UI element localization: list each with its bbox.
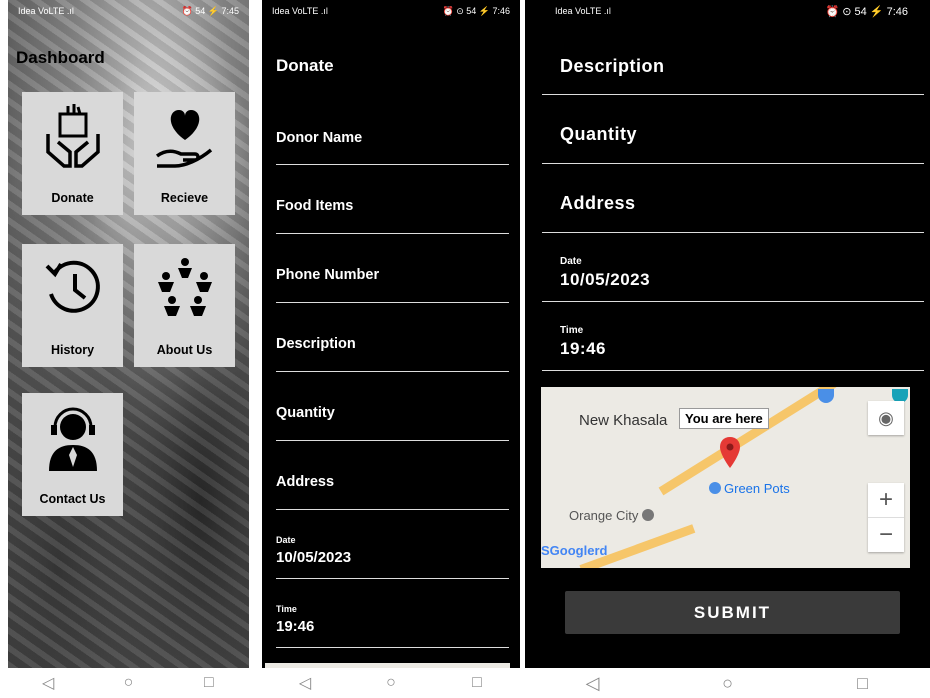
- status-left: Idea VoLTE .ıl: [18, 6, 74, 16]
- status-bar: Idea VoLTE .ıl ⏰ 54 ⚡ 7:45: [8, 0, 249, 22]
- recieve-label: Recieve: [160, 191, 209, 205]
- about-us-tile[interactable]: About Us: [134, 244, 235, 367]
- zoom-controls: + −: [868, 483, 904, 552]
- home-button[interactable]: ○: [379, 671, 403, 695]
- status-left: Idea VoLTE .ıl: [555, 6, 611, 16]
- my-location-icon: ◉: [878, 407, 894, 428]
- about-us-label: About Us: [156, 343, 213, 357]
- address-field[interactable]: Address: [276, 440, 509, 510]
- time-value: 19:46: [276, 618, 315, 635]
- recent-apps-button[interactable]: □: [465, 671, 489, 695]
- description-label: Description: [276, 336, 356, 352]
- history-label: History: [50, 343, 95, 357]
- location-marker-icon[interactable]: [719, 437, 741, 469]
- status-left: Idea VoLTE .ıl: [272, 6, 328, 16]
- system-nav-bar: ◁ ○ □: [525, 668, 930, 698]
- submit-button[interactable]: SUBMIT: [565, 591, 900, 634]
- donor-name-label: Donor Name: [276, 130, 363, 146]
- people-circle-icon: [157, 258, 212, 316]
- history-tile[interactable]: History: [22, 244, 123, 367]
- time-field[interactable]: Time 19:46: [276, 578, 509, 648]
- map-label-orange-city: Orange City: [569, 508, 655, 523]
- back-button[interactable]: ◁: [293, 671, 317, 695]
- phone-number-field[interactable]: Phone Number: [276, 233, 509, 303]
- address-label: Address: [560, 193, 636, 213]
- heart-hand-icon: [155, 110, 212, 168]
- donate-hands-icon: [45, 104, 100, 168]
- green-pots-text: Green Pots: [724, 481, 790, 496]
- status-bar: Idea VoLTE .ıl ⏰ ⊙ 54 ⚡ 7:46: [262, 0, 520, 22]
- system-nav-bar: ◁ ○ □: [8, 668, 249, 698]
- status-bar: Idea VoLTE .ıl ⏰ ⊙ 54 ⚡ 7:46: [525, 0, 930, 22]
- zoom-in-button[interactable]: +: [868, 483, 904, 518]
- back-button[interactable]: ◁: [36, 671, 60, 695]
- donor-name-field[interactable]: Donor Name: [276, 110, 509, 165]
- page-title: Donate: [276, 56, 334, 75]
- quantity-label: Quantity: [560, 124, 638, 144]
- history-clock-icon: [45, 260, 100, 313]
- time-label: Time: [560, 325, 584, 336]
- time-label: Time: [276, 604, 297, 614]
- recieve-tile[interactable]: Recieve: [134, 92, 235, 215]
- map-label-new-khasala: New Khasala: [579, 412, 668, 429]
- date-field[interactable]: Date 10/05/2023: [542, 232, 924, 302]
- food-items-field[interactable]: Food Items: [276, 164, 509, 234]
- time-value: 19:46: [560, 339, 606, 358]
- quantity-field[interactable]: Quantity: [276, 371, 509, 441]
- donate-form-screen: Idea VoLTE .ıl ⏰ ⊙ 54 ⚡ 7:46 Donate Dono…: [262, 0, 520, 698]
- donate-form-scrolled-screen: Idea VoLTE .ıl ⏰ ⊙ 54 ⚡ 7:46 Description…: [525, 0, 930, 698]
- donate-tile[interactable]: Donate: [22, 92, 123, 215]
- donate-label: Donate: [51, 191, 94, 205]
- support-agent-icon: [48, 407, 97, 471]
- quantity-field[interactable]: Quantity: [542, 94, 924, 164]
- my-location-button[interactable]: ◉: [868, 401, 904, 435]
- recent-apps-button[interactable]: □: [851, 671, 875, 695]
- status-right: ⏰ ⊙ 54 ⚡ 7:46: [825, 5, 908, 18]
- description-field[interactable]: Description: [542, 40, 924, 95]
- zoom-out-button[interactable]: −: [868, 518, 904, 552]
- location-map[interactable]: New Khasala You are here Green Pots Oran…: [541, 387, 910, 568]
- recent-apps-button[interactable]: □: [197, 671, 221, 695]
- date-value: 10/05/2023: [276, 549, 352, 566]
- map-road: [658, 387, 901, 496]
- contact-us-label: Contact Us: [39, 492, 106, 506]
- home-button[interactable]: ○: [716, 671, 740, 695]
- food-items-label: Food Items: [276, 198, 354, 214]
- quantity-label: Quantity: [276, 405, 335, 421]
- date-value: 10/05/2023: [560, 270, 651, 289]
- page-title: Dashboard: [16, 48, 105, 67]
- place-pin-icon: [709, 482, 721, 494]
- place-pin-icon: [642, 509, 655, 521]
- time-field[interactable]: Time 19:46: [542, 301, 924, 371]
- address-label: Address: [276, 474, 335, 490]
- google-logo: SGooglerd: [541, 543, 608, 558]
- back-button[interactable]: ◁: [581, 671, 605, 695]
- date-label: Date: [276, 535, 296, 545]
- status-right: ⏰ ⊙ 54 ⚡ 7:46: [442, 5, 510, 16]
- phone-number-label: Phone Number: [276, 267, 380, 283]
- description-label: Description: [560, 56, 665, 76]
- dashboard-screen: Idea VoLTE .ıl ⏰ 54 ⚡ 7:45 Dashboard Don…: [8, 0, 249, 698]
- address-field[interactable]: Address: [542, 163, 924, 233]
- orange-city-text: Orange City: [569, 508, 639, 523]
- home-button[interactable]: ○: [116, 671, 140, 695]
- contact-us-tile[interactable]: Contact Us: [22, 393, 123, 516]
- map-label-green-pots: Green Pots: [709, 481, 790, 496]
- map-poi-icon: [818, 389, 834, 403]
- system-nav-bar: ◁ ○ □: [262, 668, 520, 698]
- date-label: Date: [560, 256, 582, 267]
- description-field[interactable]: Description: [276, 302, 509, 372]
- marker-info-window: You are here: [679, 408, 769, 429]
- status-right: ⏰ 54 ⚡ 7:45: [181, 5, 239, 16]
- date-field[interactable]: Date 10/05/2023: [276, 509, 509, 579]
